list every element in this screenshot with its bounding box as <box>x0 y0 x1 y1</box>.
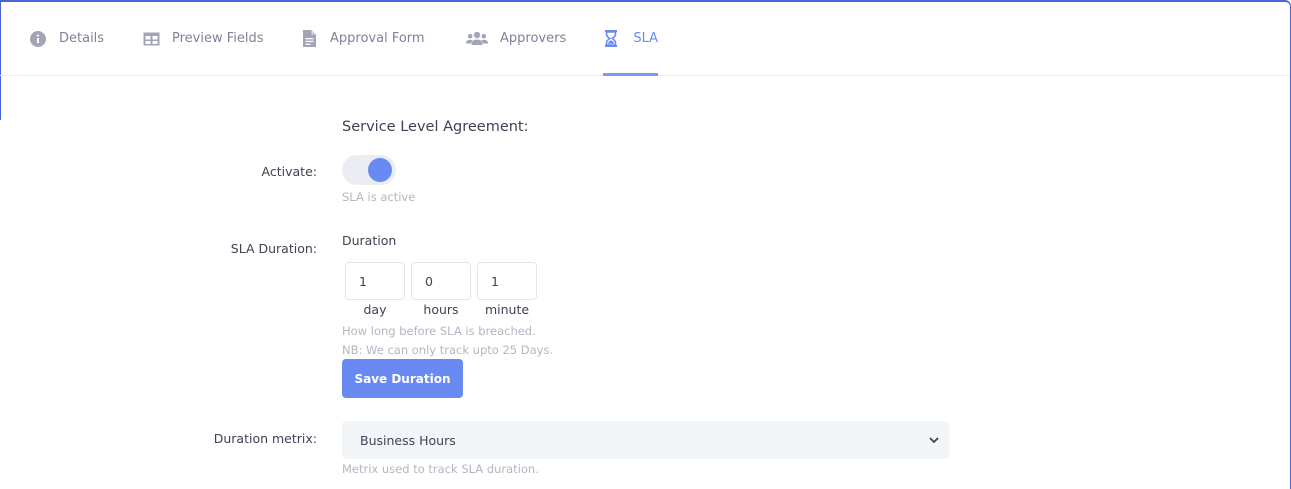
tab-approvers[interactable]: Approvers <box>466 2 566 75</box>
hours-unit-label: hours <box>423 302 459 317</box>
duration-help-text: How long before SLA is breached. <box>342 324 536 338</box>
tab-label: Preview Fields <box>172 31 264 46</box>
activate-label: Activate: <box>261 164 317 179</box>
activate-help-text: SLA is active <box>342 190 416 204</box>
duration-limit-note: NB: We can only track upto 25 Days. <box>342 343 554 357</box>
users-icon <box>466 30 488 48</box>
duration-metrix-select[interactable]: Business Hours <box>342 421 949 459</box>
tab-approval-form[interactable]: Approval Form <box>300 2 425 75</box>
tab-label: Approval Form <box>330 31 425 46</box>
tab-label: SLA <box>633 31 658 46</box>
toggle-knob <box>368 158 392 182</box>
day-unit-label: day <box>363 302 387 317</box>
tab-details[interactable]: Details <box>29 2 104 75</box>
chevron-down-icon <box>927 433 941 447</box>
duration-title: Duration <box>342 233 397 248</box>
save-duration-button[interactable]: Save Duration <box>342 359 463 398</box>
section-title: Service Level Agreement: <box>342 119 529 135</box>
info-icon <box>29 30 47 48</box>
metrix-help-text: Metrix used to track SLA duration. <box>342 462 539 476</box>
tab-preview-fields[interactable]: Preview Fields <box>142 2 264 75</box>
minute-unit-label: minute <box>484 302 530 317</box>
day-input[interactable]: 1 <box>345 262 405 300</box>
tab-label: Approvers <box>500 31 567 46</box>
tab-sla[interactable]: SLA <box>603 2 658 76</box>
tab-bar: Details Preview Fields Approval Form App… <box>0 2 1290 76</box>
tab-label: Details <box>59 31 105 46</box>
select-value: Business Hours <box>360 432 456 448</box>
table-icon <box>142 30 160 48</box>
sla-duration-label: SLA Duration: <box>230 241 317 256</box>
activate-toggle[interactable] <box>342 155 396 185</box>
hourglass-icon <box>603 30 619 48</box>
hours-input[interactable]: 0 <box>411 262 471 300</box>
document-icon <box>300 30 318 48</box>
minute-input[interactable]: 1 <box>477 262 537 300</box>
duration-metrix-label: Duration metrix: <box>213 431 317 446</box>
